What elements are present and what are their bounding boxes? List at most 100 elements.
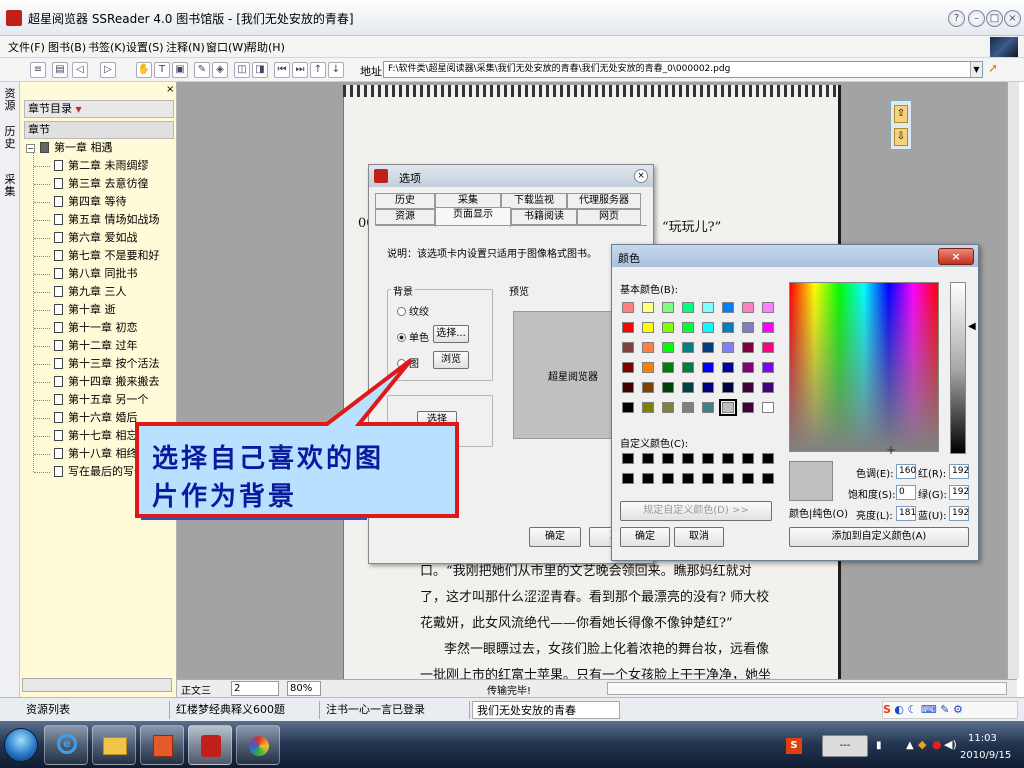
basic-color-swatch[interactable] — [662, 362, 674, 373]
address-input[interactable]: F:\软件类\超星阅读器\采集\我们无处安放的青春\我们无处安放的青春_0\00… — [383, 61, 983, 78]
custom-color-swatch[interactable] — [722, 453, 734, 464]
menu-bookmark[interactable]: 书签(K) — [88, 39, 126, 55]
basic-color-swatch[interactable] — [662, 322, 674, 333]
start-button[interactable] — [4, 728, 38, 762]
forward-icon[interactable]: ▷ — [100, 62, 116, 78]
menu-file[interactable]: 文件(F) — [8, 39, 45, 55]
bookmark-icon[interactable]: ▤ — [52, 62, 68, 78]
custom-color-swatch[interactable] — [762, 473, 774, 484]
basic-color-swatch[interactable] — [762, 362, 774, 373]
zoom-input[interactable]: 80% — [287, 681, 321, 696]
doc-tab-current-book[interactable]: 我们无处安放的青春 — [472, 701, 620, 719]
keyboard-icon[interactable]: ▮ — [876, 740, 882, 751]
toc-icon[interactable]: ≡ — [30, 62, 46, 78]
ssreader-taskbar-icon[interactable] — [188, 725, 232, 765]
custom-color-swatch[interactable] — [622, 473, 634, 484]
add-custom-color-button[interactable]: 添加到自定义颜色(A) — [789, 527, 969, 547]
saturation-input[interactable]: 0 — [896, 485, 916, 500]
green-input[interactable]: 192 — [949, 485, 969, 500]
basic-color-swatch[interactable] — [742, 342, 754, 353]
fit-width-icon[interactable]: ◨ — [252, 62, 268, 78]
doc-tab-book1[interactable]: 红楼梦经典释义600题 — [172, 701, 320, 719]
tab-resources[interactable]: 资源 — [375, 209, 435, 225]
horizontal-scrollbar[interactable] — [607, 682, 1007, 695]
tree-root[interactable]: − 第一章 相遇 — [26, 139, 113, 157]
basic-color-swatch[interactable] — [702, 322, 714, 333]
chapter-item[interactable]: 第十二章 过年 — [54, 337, 138, 355]
custom-color-swatch[interactable] — [722, 473, 734, 484]
minimize-button[interactable]: – — [968, 10, 985, 27]
vtab-collect[interactable]: 采集 — [3, 174, 17, 198]
chapter-toc-dropdown[interactable]: 章节目录 ▼ — [24, 100, 174, 118]
collapse-icon[interactable]: − — [26, 144, 35, 153]
maximize-button[interactable]: □ — [986, 10, 1003, 27]
basic-color-swatch[interactable] — [722, 342, 734, 353]
basic-color-swatch[interactable] — [682, 382, 694, 393]
basic-color-swatch[interactable] — [622, 382, 634, 393]
basic-color-swatch[interactable] — [682, 302, 694, 313]
dialog-close-icon[interactable]: × — [634, 169, 648, 183]
basic-color-swatch[interactable] — [702, 402, 714, 413]
basic-color-swatch[interactable] — [682, 322, 694, 333]
input-language-bar[interactable]: --- — [822, 735, 868, 757]
basic-color-swatch[interactable] — [682, 402, 694, 413]
options-ok-button[interactable]: 确定 — [529, 527, 581, 547]
text-select-icon[interactable]: T — [154, 62, 170, 78]
panel-close-icon[interactable]: × — [166, 84, 174, 95]
basic-color-swatch[interactable] — [622, 402, 634, 413]
basic-color-swatch[interactable] — [622, 322, 634, 333]
basic-color-swatch[interactable] — [719, 399, 737, 416]
basic-color-swatch[interactable] — [642, 382, 654, 393]
basic-color-swatch[interactable] — [702, 362, 714, 373]
basic-color-swatch[interactable] — [722, 302, 734, 313]
first-page-icon[interactable]: ⏮ — [274, 62, 290, 78]
basic-color-swatch[interactable] — [662, 382, 674, 393]
chapter-item[interactable]: 第七章 不是要和好 — [54, 247, 160, 265]
chapter-item[interactable]: 第十一章 初恋 — [54, 319, 138, 337]
blue-input[interactable]: 192 — [949, 506, 969, 521]
luminance-slider[interactable] — [950, 282, 966, 454]
chapter-item[interactable]: 第九章 三人 — [54, 283, 127, 301]
tab-webpage[interactable]: 网页 — [577, 209, 641, 225]
menu-window[interactable]: 窗口(W) — [206, 39, 247, 55]
clock-time[interactable]: 11:03 — [968, 733, 997, 744]
custom-color-swatch[interactable] — [742, 473, 754, 484]
ie-browser-icon[interactable]: e — [44, 725, 88, 765]
basic-color-swatch[interactable] — [702, 342, 714, 353]
close-button[interactable]: × — [1004, 10, 1021, 27]
paint-icon[interactable] — [236, 725, 280, 765]
basic-color-swatch[interactable] — [682, 342, 694, 353]
tab-proxy[interactable]: 代理服务器 — [567, 193, 641, 209]
basic-color-swatch[interactable] — [762, 322, 774, 333]
define-custom-colors-button[interactable]: 规定自定义颜色(D) >> — [620, 501, 772, 521]
basic-color-swatch[interactable] — [702, 302, 714, 313]
custom-color-swatch[interactable] — [642, 473, 654, 484]
basic-color-swatch[interactable] — [622, 342, 634, 353]
basic-color-swatch[interactable] — [722, 322, 734, 333]
basic-color-swatch[interactable] — [722, 362, 734, 373]
chapter-item[interactable]: 第五章 情场如战场 — [54, 211, 160, 229]
menu-annotation[interactable]: 注释(N) — [166, 39, 205, 55]
basic-color-swatch[interactable] — [762, 382, 774, 393]
explorer-folder-icon[interactable] — [92, 725, 136, 765]
back-icon[interactable]: ◁ — [72, 62, 88, 78]
go-arrow-icon[interactable]: ➚ — [988, 61, 1002, 78]
chapter-item[interactable]: 第二章 未雨绸缪 — [54, 157, 149, 175]
chapter-item[interactable]: 第四章 等待 — [54, 193, 127, 211]
volume-icon[interactable]: ◀) — [944, 738, 957, 751]
tray-expand-icon[interactable]: ▲ — [906, 740, 914, 751]
custom-color-swatch[interactable] — [642, 453, 654, 464]
doc-tab-resources[interactable]: 资源列表 — [22, 701, 170, 719]
chapter-item[interactable]: 第十章 逝 — [54, 301, 116, 319]
basic-color-swatch[interactable] — [742, 362, 754, 373]
basic-color-swatch[interactable] — [642, 342, 654, 353]
tab-page-display[interactable]: 页面显示 — [435, 207, 511, 227]
luminance-input[interactable]: 181 — [896, 506, 916, 521]
menu-help[interactable]: 帮助(H) — [246, 39, 285, 55]
basic-color-swatch[interactable] — [622, 362, 634, 373]
doc-tab-login[interactable]: 注书一心一言已登录 — [322, 701, 470, 719]
security-icon[interactable]: ● — [932, 738, 942, 751]
page-number-input[interactable]: 2 — [231, 681, 279, 696]
address-dropdown-icon[interactable]: ▼ — [970, 62, 982, 77]
basic-color-swatch[interactable] — [682, 362, 694, 373]
